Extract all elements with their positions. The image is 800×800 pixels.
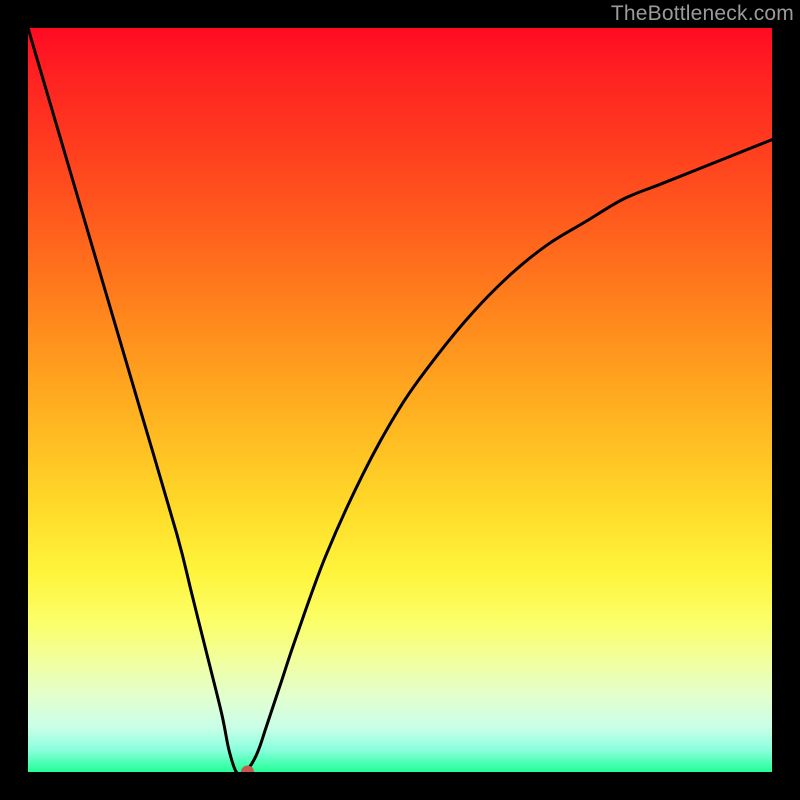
curve-layer bbox=[28, 28, 772, 772]
watermark-text: TheBottleneck.com bbox=[611, 2, 794, 26]
plot-area bbox=[28, 28, 772, 772]
bottleneck-curve bbox=[28, 28, 772, 772]
optimal-point-marker bbox=[242, 766, 254, 772]
chart-frame: TheBottleneck.com bbox=[0, 0, 800, 800]
